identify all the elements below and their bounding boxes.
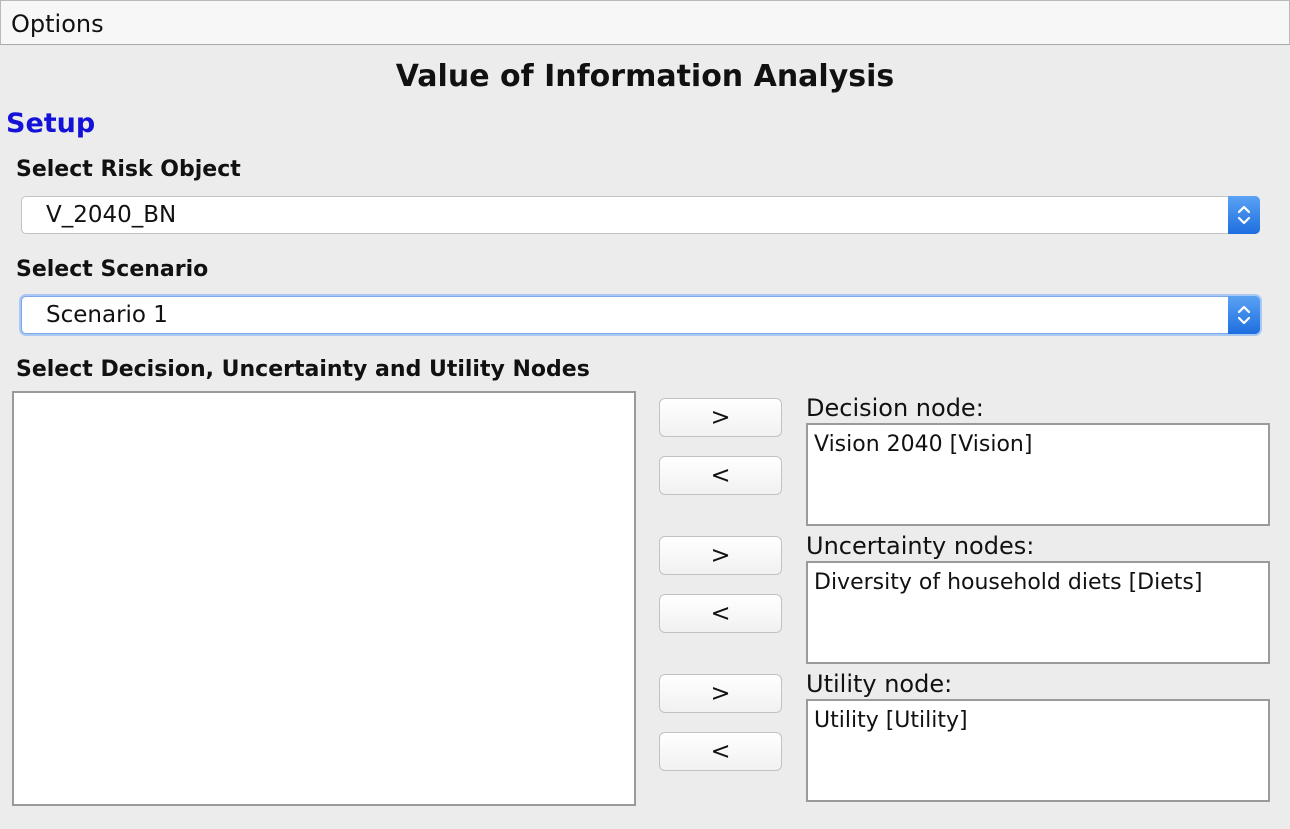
section-title-setup: Setup [6, 108, 96, 139]
uncertainty-nodes-list[interactable]: Diversity of household diets [Diets] [806, 561, 1270, 664]
risk-object-value: V_2040_BN [46, 202, 177, 228]
decision-node-list[interactable]: Vision 2040 [Vision] [806, 423, 1270, 526]
add-utility-node-button[interactable]: > [659, 674, 782, 713]
uncertainty-nodes-label: Uncertainty nodes: [806, 532, 1035, 560]
remove-decision-node-button[interactable]: < [659, 456, 782, 495]
menu-options[interactable]: Options [11, 9, 104, 39]
decision-node-item[interactable]: Vision 2040 [Vision] [814, 431, 1032, 459]
scenario-select[interactable]: Scenario 1 [21, 296, 1260, 334]
decision-node-label: Decision node: [806, 394, 984, 422]
page-title: Value of Information Analysis [395, 59, 895, 94]
nodes-label: Select Decision, Uncertainty and Utility… [16, 357, 590, 382]
remove-utility-node-button[interactable]: < [659, 732, 782, 771]
add-decision-node-button[interactable]: > [659, 398, 782, 437]
remove-uncertainty-node-button[interactable]: < [659, 594, 782, 633]
uncertainty-node-item[interactable]: Diversity of household diets [Diets] [814, 569, 1202, 597]
add-uncertainty-node-button[interactable]: > [659, 536, 782, 575]
up-down-chevron-icon[interactable] [1228, 296, 1260, 334]
utility-node-item[interactable]: Utility [Utility] [814, 707, 968, 735]
risk-object-label: Select Risk Object [16, 157, 241, 182]
risk-object-select[interactable]: V_2040_BN [21, 196, 1260, 234]
utility-node-list[interactable]: Utility [Utility] [806, 699, 1270, 802]
utility-node-label: Utility node: [806, 670, 953, 698]
scenario-label: Select Scenario [16, 257, 209, 282]
menu-bar: Options [0, 0, 1290, 45]
up-down-chevron-icon[interactable] [1228, 196, 1260, 234]
scenario-value: Scenario 1 [46, 302, 168, 328]
available-nodes-list[interactable] [12, 391, 636, 806]
